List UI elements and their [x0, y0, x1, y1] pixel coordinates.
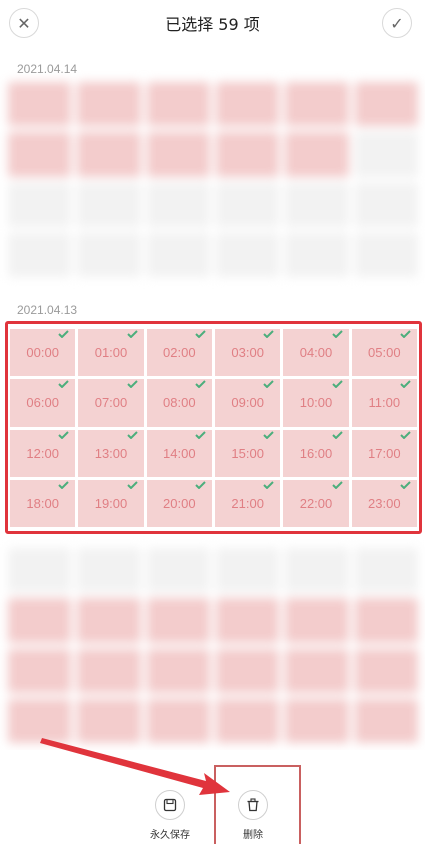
thumbnail-item[interactable]: 17:00 [351, 429, 417, 477]
thumbnail-item[interactable]: 21:00 [215, 479, 281, 527]
thumbnail-time-label: 03:00 [231, 345, 264, 361]
thumbnail-time-label: 22:00 [299, 495, 333, 511]
thumbnail-time-label: 01:00 [94, 345, 128, 361]
selected-check-icon [331, 481, 343, 489]
selected-check-icon [58, 481, 70, 489]
selected-check-icon [263, 430, 275, 439]
thumbnail-item[interactable]: 12:00 [10, 429, 76, 477]
thumbnail-time-label: 08:00 [163, 395, 196, 411]
save-permanently-label: 永久保存 [150, 830, 190, 841]
blurred-thumbnails-top [8, 82, 418, 277]
thumbnail-item[interactable]: 18:00 [10, 479, 76, 527]
save-permanently-button[interactable]: 永久保存 [140, 790, 200, 841]
selected-check-icon [331, 380, 343, 389]
selected-check-icon [331, 330, 343, 338]
thumbnail-item[interactable]: 05:00 [351, 329, 417, 377]
selected-check-icon [195, 380, 206, 389]
thumbnail-time-label: 06:00 [26, 395, 59, 411]
blurred-thumbnails-bottom [8, 548, 418, 743]
save-icon-circle [155, 790, 185, 820]
selected-check-icon [195, 430, 206, 439]
thumbnail-item[interactable]: 20:00 [146, 479, 212, 527]
selected-thumbnail-grid: 00:00 01:00 02:00 03:00 04:00 05:00 06:00 07:00… [10, 329, 417, 527]
selected-check-icon [58, 380, 70, 389]
selected-check-icon [126, 430, 138, 439]
thumbnail-item[interactable]: 15:00 [215, 429, 281, 477]
thumbnail-time-label: 00:00 [26, 345, 59, 361]
selected-check-icon [400, 380, 411, 389]
thumbnail-time-label: 15:00 [231, 445, 264, 461]
close-icon: ✕ [17, 13, 31, 33]
thumbnail-item[interactable]: 03:00 [215, 329, 281, 377]
thumbnail-item[interactable]: 10:00 [283, 379, 349, 427]
thumbnail-time-label: 04:00 [299, 345, 333, 361]
selected-check-icon [400, 481, 411, 489]
thumbnail-item[interactable]: 11:00 [351, 379, 417, 427]
thumbnail-item[interactable]: 09:00 [215, 379, 281, 427]
thumbnail-time-label: 17:00 [368, 445, 401, 461]
selected-check-icon [58, 430, 70, 439]
thumbnail-item[interactable]: 16:00 [283, 429, 349, 477]
thumbnail-time-label: 12:00 [26, 445, 59, 461]
selected-check-icon [331, 430, 343, 439]
save-icon [163, 798, 177, 812]
selected-check-icon [126, 481, 138, 489]
thumbnail-time-label: 02:00 [163, 345, 196, 361]
thumbnail-time-label: 13:00 [94, 445, 128, 461]
thumbnail-item[interactable]: 14:00 [146, 429, 212, 477]
thumbnail-time-label: 07:00 [94, 395, 128, 411]
thumbnail-time-label: 19:00 [94, 495, 128, 511]
top-bar: ✕ 已选择 59 项 ✓ [0, 0, 425, 46]
selected-check-icon [195, 330, 206, 338]
thumbnail-item[interactable]: 23:00 [351, 479, 417, 527]
thumbnail-item[interactable]: 01:00 [78, 329, 144, 377]
thumbnail-item[interactable]: 22:00 [283, 479, 349, 527]
trash-icon [247, 798, 259, 812]
thumbnail-item[interactable]: 19:00 [78, 479, 144, 527]
selected-check-icon [263, 481, 275, 489]
thumbnail-item[interactable]: 00:00 [10, 329, 76, 377]
section-date-label: 2021.04.13 [17, 303, 78, 317]
thumbnail-time-label: 18:00 [26, 495, 59, 511]
thumbnail-item[interactable]: 02:00 [146, 329, 212, 377]
delete-icon-circle [238, 790, 268, 820]
thumbnail-time-label: 11:00 [368, 395, 401, 411]
thumbnail-item[interactable]: 04:00 [283, 329, 349, 377]
selected-check-icon [400, 330, 411, 338]
thumbnail-time-label: 14:00 [163, 445, 196, 461]
thumbnail-time-label: 21:00 [231, 495, 264, 511]
selection-count-title: 已选择 59 项 [165, 15, 260, 34]
thumbnail-item[interactable]: 13:00 [78, 429, 144, 477]
thumbnail-time-label: 05:00 [368, 345, 401, 361]
bottom-action-bar [0, 750, 425, 844]
delete-button[interactable]: 删除 [223, 790, 283, 841]
thumbnail-time-label: 09:00 [231, 395, 264, 411]
thumbnail-item[interactable]: 06:00 [10, 379, 76, 427]
selected-check-icon [400, 430, 411, 439]
close-button[interactable]: ✕ [9, 8, 39, 38]
section-date-label: 2021.04.14 [17, 62, 78, 76]
thumbnail-item[interactable]: 07:00 [78, 379, 144, 427]
selected-check-icon [126, 330, 138, 338]
selected-check-icon [58, 330, 70, 338]
thumbnail-time-label: 23:00 [368, 495, 401, 511]
confirm-button[interactable]: ✓ [382, 8, 412, 38]
selected-check-icon [126, 380, 138, 389]
thumbnail-item[interactable]: 08:00 [146, 379, 212, 427]
check-icon: ✓ [390, 13, 404, 33]
delete-label: 删除 [243, 830, 263, 841]
thumbnail-time-label: 16:00 [299, 445, 333, 461]
thumbnail-time-label: 20:00 [163, 495, 196, 511]
selected-check-icon [263, 380, 275, 389]
thumbnail-time-label: 10:00 [299, 395, 333, 411]
selected-check-icon [195, 481, 206, 489]
selected-check-icon [263, 330, 275, 338]
